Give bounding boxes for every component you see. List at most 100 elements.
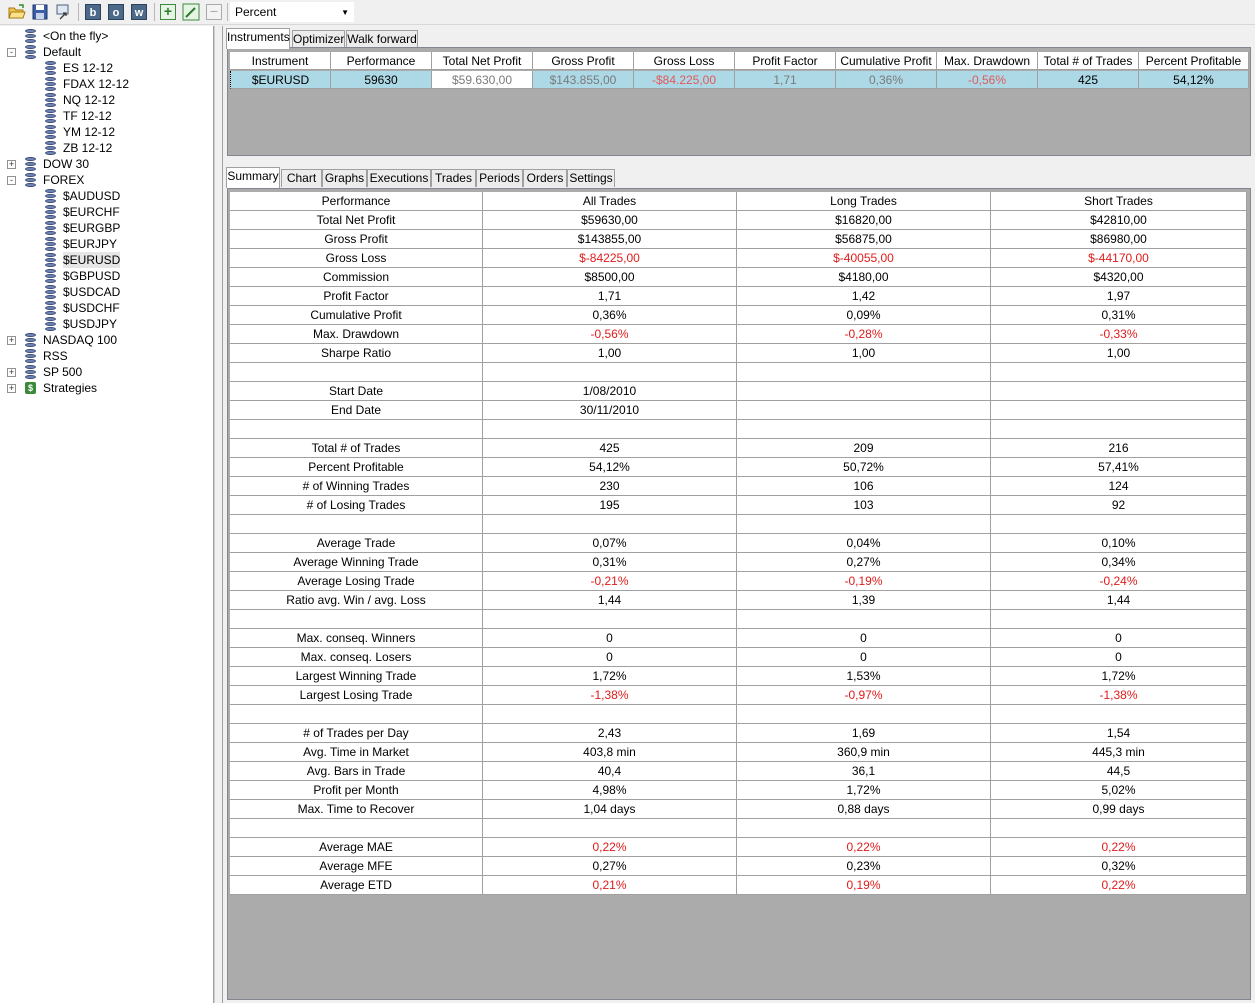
tree-item[interactable]: $GBPUSD [0, 268, 210, 284]
metric-value: 0,27% [483, 857, 737, 876]
tree-item[interactable]: TF 12-12 [0, 108, 210, 124]
column-header[interactable]: Max. Drawdown [937, 52, 1038, 70]
tab-settings[interactable]: Settings [567, 169, 615, 187]
tab-optimizer[interactable]: Optimizer [292, 30, 345, 48]
tree-item[interactable]: $USDCHF [0, 300, 210, 316]
tree-item[interactable]: + $ Strategies [0, 380, 210, 396]
tree-item[interactable]: $USDCAD [0, 284, 210, 300]
summary-row: Average Winning Trade 0,31% 0,27% 0,34% [230, 553, 1247, 572]
metric-value: 0,04% [737, 534, 991, 553]
tree-item[interactable]: YM 12-12 [0, 124, 210, 140]
column-header[interactable]: Long Trades [737, 192, 991, 211]
column-header[interactable]: Performance [331, 52, 432, 70]
metric-value: 0,99 days [991, 800, 1247, 819]
b-button[interactable]: b [84, 3, 102, 21]
tree-item[interactable]: + DOW 30 [0, 156, 210, 172]
expand-icon[interactable]: + [7, 336, 16, 345]
save-button[interactable] [31, 3, 49, 21]
metric-value: 0,36% [483, 306, 737, 325]
instrument-tree[interactable]: <On the fly> - Default ES 12-12 FDAX 12-12 NQ… [0, 26, 214, 1003]
dropdown-arrow-icon[interactable]: ▼ [341, 3, 349, 22]
metric-value: 0,27% [737, 553, 991, 572]
tree-item[interactable]: $EURJPY [0, 236, 210, 252]
tab-chart[interactable]: Chart [281, 169, 322, 187]
metric-value [991, 819, 1247, 838]
export-button[interactable] [54, 3, 72, 21]
column-header[interactable]: All Trades [483, 192, 737, 211]
o-icon: o [108, 4, 124, 20]
open-folder-button[interactable] [8, 3, 26, 21]
expand-icon[interactable]: + [7, 368, 16, 377]
tree-item[interactable]: $USDJPY [0, 316, 210, 332]
tab-trades[interactable]: Trades [431, 169, 476, 187]
tree-item[interactable]: <On the fly> [0, 28, 210, 44]
tab-periods[interactable]: Periods [476, 169, 523, 187]
column-header[interactable]: Performance [230, 192, 483, 211]
tab-executions[interactable]: Executions [367, 169, 431, 187]
metric-value: $86980,00 [991, 230, 1247, 249]
metric-value [483, 610, 737, 629]
tree-item[interactable]: $AUDUSD [0, 188, 210, 204]
expand-icon[interactable]: + [7, 160, 16, 169]
column-header[interactable]: Total Net Profit [432, 52, 533, 70]
tree-item[interactable]: - FOREX [0, 172, 210, 188]
summary-row: Percent Profitable 54,12% 50,72% 57,41% [230, 458, 1247, 477]
metric-label: Ratio avg. Win / avg. Loss [230, 591, 483, 610]
w-button[interactable]: w [130, 3, 148, 21]
tab-graphs[interactable]: Graphs [322, 169, 367, 187]
metric-value: 0,22% [737, 838, 991, 857]
column-header[interactable]: Percent Profitable [1139, 52, 1249, 70]
column-header[interactable]: Profit Factor [735, 52, 836, 70]
collapse-icon[interactable]: - [7, 48, 16, 57]
summary-row: Total Net Profit $59630,00 $16820,00 $42810… [230, 211, 1247, 230]
tree-item-label: NASDAQ 100 [43, 333, 118, 347]
tree-item[interactable]: NQ 12-12 [0, 92, 210, 108]
tab-summary[interactable]: Summary [226, 167, 280, 188]
tree-item[interactable]: + SP 500 [0, 364, 210, 380]
metric-value: 54,12% [483, 458, 737, 477]
metric-value [991, 382, 1247, 401]
add-button[interactable]: + [159, 3, 177, 21]
mode-select[interactable]: Percent ▼ [230, 2, 354, 22]
metric-value: 0,10% [991, 534, 1247, 553]
column-header[interactable]: Short Trades [991, 192, 1247, 211]
metric-value: -0,24% [991, 572, 1247, 591]
summary-row: Largest Winning Trade 1,72% 1,53% 1,72% [230, 667, 1247, 686]
metric-label: Total Net Profit [230, 211, 483, 230]
tree-item[interactable]: + NASDAQ 100 [0, 332, 210, 348]
tree-item[interactable]: RSS [0, 348, 210, 364]
o-button[interactable]: o [107, 3, 125, 21]
database-icon [45, 93, 56, 107]
minus-icon: − [206, 4, 222, 20]
column-header[interactable]: Gross Loss [634, 52, 735, 70]
column-header[interactable]: Instrument [230, 52, 331, 70]
tab-instruments[interactable]: Instruments [226, 28, 290, 49]
tree-item[interactable]: - Default [0, 44, 210, 60]
instrument-cell: 425 [1038, 71, 1139, 89]
remove-button[interactable]: − [205, 3, 223, 21]
tree-item[interactable]: ES 12-12 [0, 60, 210, 76]
tree-item[interactable]: $EURGBP [0, 220, 210, 236]
column-header[interactable]: Gross Profit [533, 52, 634, 70]
metric-value: -0,33% [991, 325, 1247, 344]
expand-icon[interactable]: + [7, 384, 16, 393]
collapse-icon[interactable]: - [7, 176, 16, 185]
tab-walk-forward[interactable]: Walk forward [346, 30, 418, 48]
column-header[interactable]: Cumulative Profit [836, 52, 937, 70]
column-header[interactable]: Total # of Trades [1038, 52, 1139, 70]
strategy-icon: $ [25, 382, 36, 394]
metric-value: 403,8 min [483, 743, 737, 762]
tree-item[interactable]: $EURCHF [0, 204, 210, 220]
panel-splitter[interactable] [214, 26, 223, 1003]
metric-value: 1,44 [483, 591, 737, 610]
tree-item[interactable]: ZB 12-12 [0, 140, 210, 156]
metric-value: -0,19% [737, 572, 991, 591]
metric-value: $4320,00 [991, 268, 1247, 287]
tree-item[interactable]: FDAX 12-12 [0, 76, 210, 92]
tab-orders[interactable]: Orders [523, 169, 567, 187]
database-icon [25, 45, 36, 59]
instrument-cell: $143.855,00 [533, 71, 634, 89]
tree-item[interactable]: $EURUSD [0, 252, 210, 268]
edit-button[interactable] [182, 3, 200, 21]
metric-label: Gross Loss [230, 249, 483, 268]
